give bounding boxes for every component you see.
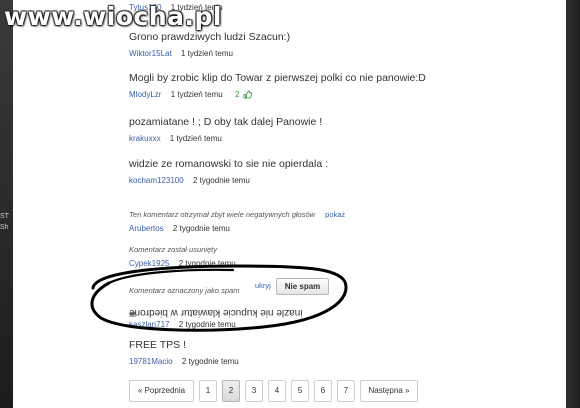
page-button-7[interactable]: 7 — [337, 380, 355, 402]
page-button-4[interactable]: 4 — [268, 380, 286, 402]
comment-item: widzie ze romanowski to sie nie opierdal… — [129, 158, 559, 185]
comment-meta: MlodyLzr 1 tydzień temu 2 — [129, 90, 559, 101]
comment-item-collapsed: Ten komentarz otrzymał zbyt wiele negaty… — [129, 204, 559, 233]
comment-item: Mogli by zrobic klip do Towar z pierwsze… — [129, 72, 559, 101]
spam-notice: Komentarz oznaczony jako spam — [129, 286, 240, 295]
comment-meta: Arubertos 2 tygodnie temu — [129, 224, 559, 233]
comment-author-link[interactable]: 19781Macio — [129, 357, 173, 366]
comment-time: 2 tygodnie temu — [181, 357, 239, 366]
comment-author-link[interactable]: kocham123100 — [129, 176, 184, 185]
comment-text: pozamiatane ! ; D oby tak dalej Panowie … — [129, 116, 323, 128]
comment-meta: kocham123100 2 tygodnie temu — [129, 176, 559, 185]
show-comment-link[interactable]: pokaż — [325, 210, 345, 219]
prev-page-button[interactable]: « Poprzednia — [129, 380, 194, 402]
comment-text: Grono prawdziwych ludzi Szacun:) — [129, 31, 291, 43]
comment-text-upside-down: inazle nie kupucie klawiatur w biedrone — [129, 307, 303, 318]
comment-text: FREE TPS ! — [129, 339, 186, 351]
comment-author-link[interactable]: kaszlan717 — [129, 320, 169, 329]
comment-meta: Cypek1925 2 tygodnie temu — [129, 259, 559, 268]
deleted-comment-notice: Komentarz został usunięty — [129, 245, 217, 254]
comment-time: 2 tygodnie temu — [178, 320, 236, 329]
unhide-spam-link[interactable]: ukryj — [255, 281, 271, 290]
notice-text: Ten komentarz otrzymał zbyt wiele negaty… — [129, 210, 316, 219]
page-button-3[interactable]: 3 — [245, 380, 263, 402]
edge-text: Sh — [0, 224, 9, 231]
desktop-edge-right — [566, 0, 580, 408]
comment-text: Mogli by zrobic klip do Towar z pierwsze… — [129, 72, 426, 84]
comment-author-link[interactable]: MlodyLzr — [129, 90, 161, 99]
edge-text: ST — [0, 213, 9, 220]
comment-time: 1 tydzień temu — [180, 49, 233, 58]
comment-meta: krakuxxx 1 tydzień temu — [129, 134, 559, 143]
not-spam-button[interactable]: Nie spam — [276, 278, 329, 295]
comment-item-deleted: Komentarz został usunięty Cypek1925 2 ty… — [129, 239, 559, 268]
thumbs-up-icon[interactable] — [243, 90, 252, 101]
desktop-edge-left: ST Sh — [0, 0, 13, 408]
comment-time: 2 tygodnie temu — [192, 176, 250, 185]
comment-time: 2 tygodnie temu — [178, 259, 236, 268]
comment-author-link[interactable]: Wiktor15Lat — [129, 49, 172, 58]
comment-item: FREE TPS ! 19781Macio 2 tygodnie temu — [129, 339, 559, 366]
comment-meta: 19781Macio 2 tygodnie temu — [129, 357, 559, 366]
vote-count: 2 — [234, 90, 240, 99]
comment-author-link[interactable]: Arubertos — [129, 224, 164, 233]
comment-item-spam: Komentarz oznaczony jako spam inazle nie… — [129, 280, 559, 329]
page-button-6[interactable]: 6 — [314, 380, 332, 402]
page-button-5[interactable]: 5 — [291, 380, 309, 402]
site-watermark: www.wiocha.pl — [4, 2, 222, 31]
comment-meta: Wiktor15Lat 1 tydzień temu — [129, 49, 559, 58]
comments-panel: Tytus160 1 tydzień temu Grono prawdziwyc… — [13, 0, 566, 408]
comment-item: pozamiatane ! ; D oby tak dalej Panowie … — [129, 116, 559, 143]
comment-time: 2 tygodnie temu — [172, 224, 230, 233]
page-button-2-current[interactable]: 2 — [222, 380, 240, 402]
comment-time: 1 tydzień temu — [170, 90, 223, 99]
comment-author-link[interactable]: krakuxxx — [129, 134, 161, 143]
page-button-1[interactable]: 1 — [199, 380, 217, 402]
comment-time: 1 tydzień temu — [169, 134, 222, 143]
hidden-comment-notice: Ten komentarz otrzymał zbyt wiele negaty… — [129, 210, 345, 219]
comment-item: Grono prawdziwych ludzi Szacun:) Wiktor1… — [129, 31, 559, 58]
comment-author-link[interactable]: Cypek1925 — [129, 259, 169, 268]
next-page-button[interactable]: Następna » — [360, 380, 418, 402]
comment-text: widzie ze romanowski to sie nie opierdal… — [129, 158, 329, 170]
comment-meta: kaszlan717 2 tygodnie temu — [129, 320, 559, 329]
